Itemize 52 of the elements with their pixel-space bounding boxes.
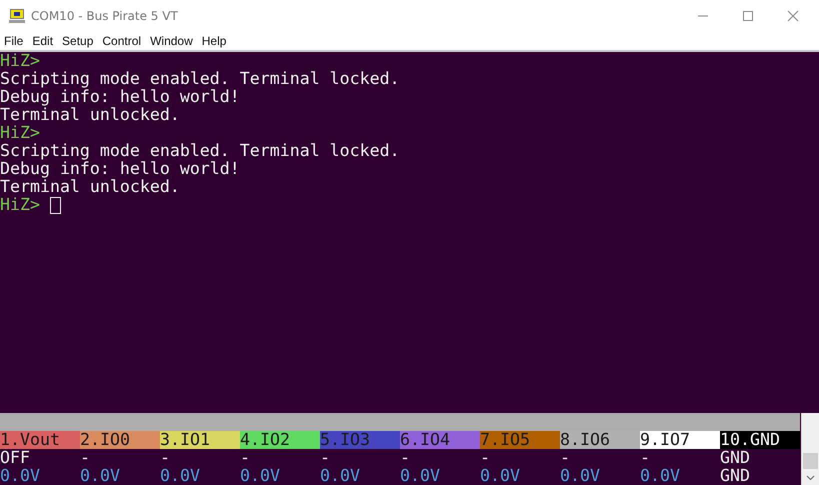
menu-item[interactable]: Setup — [62, 34, 98, 48]
pin-voltage: 0.0V — [640, 467, 681, 485]
menu-item[interactable]: Control — [102, 34, 146, 48]
pin-voltage: 0.0V — [0, 467, 41, 485]
pin-state: - — [80, 449, 91, 467]
pin-label: 4.IO2 — [240, 431, 320, 449]
pin-voltage: 0.0V — [320, 467, 361, 485]
pin-voltage: 0.0V — [480, 467, 521, 485]
pin-state: - — [160, 449, 171, 467]
pin-voltage: 0.0V — [240, 467, 281, 485]
pin-state: - — [640, 449, 651, 467]
terminal-app-icon — [9, 8, 25, 22]
pin-label: 2.IO0 — [80, 431, 160, 449]
menu-item[interactable]: Edit — [32, 34, 58, 48]
pin-voltage: GND — [720, 467, 751, 485]
output-line: Scripting mode enabled. Terminal locked. — [0, 70, 400, 88]
pin-label: 5.IO3 — [320, 431, 400, 449]
pin-voltage: 0.0V — [80, 467, 121, 485]
prompt-text: HiZ> — [0, 52, 40, 70]
pin-state: - — [240, 449, 251, 467]
pin-voltage: 0.0V — [400, 467, 441, 485]
pin-state: - — [480, 449, 491, 467]
pin-label: 9.IO7 — [640, 431, 720, 449]
output-line: Scripting mode enabled. Terminal locked. — [0, 142, 400, 160]
output-line: Terminal unlocked. — [0, 106, 180, 124]
pin-label: 7.IO5 — [480, 431, 560, 449]
pin-state: - — [320, 449, 331, 467]
pin-label: 6.IO4 — [400, 431, 480, 449]
pin-label: 8.IO6 — [560, 431, 640, 449]
pin-label: 1.Vout — [0, 431, 80, 449]
pin-state: - — [400, 449, 411, 467]
output-line: Debug info: hello world! — [0, 160, 240, 178]
pin-state: OFF — [0, 449, 31, 467]
output-line: Terminal unlocked. — [0, 178, 180, 196]
pin-voltage: 0.0V — [160, 467, 201, 485]
pin-state: - — [560, 449, 571, 467]
pin-label: 10.GND — [720, 431, 800, 449]
prompt-text: HiZ> — [0, 124, 40, 142]
scrollbar[interactable] — [801, 413, 819, 485]
scroll-down-icon[interactable] — [806, 475, 815, 481]
menu-item[interactable]: Window — [150, 34, 198, 48]
menu-item[interactable]: Help — [202, 34, 232, 48]
menu-item[interactable]: File — [4, 34, 28, 48]
maximize-icon[interactable] — [742, 10, 754, 22]
scrollbar-thumb[interactable] — [803, 453, 818, 469]
close-icon[interactable] — [787, 10, 799, 22]
pin-state: GND — [720, 449, 751, 467]
pin-voltage: 0.0V — [560, 467, 601, 485]
output-line: Debug info: hello world! — [0, 88, 240, 106]
prompt-text: HiZ> — [0, 196, 41, 214]
pin-label: 3.IO1 — [160, 431, 240, 449]
window-title: COM10 - Bus Pirate 5 VT — [31, 8, 178, 22]
